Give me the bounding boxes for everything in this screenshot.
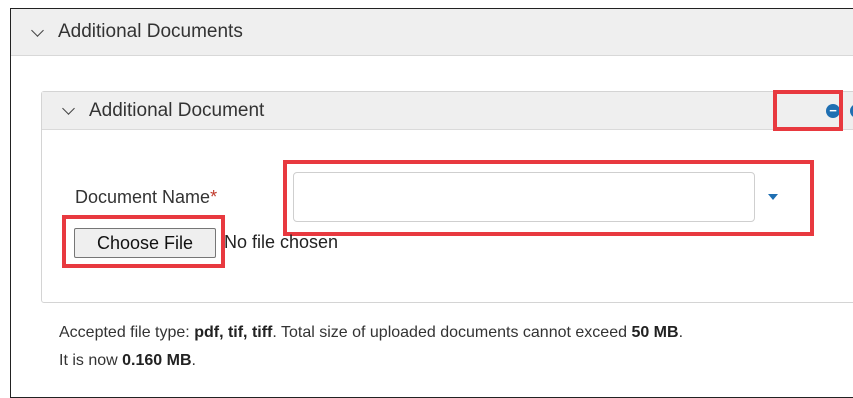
current-size: 0.160 MB bbox=[122, 352, 192, 369]
total-size-text: . Total size of uploaded documents canno… bbox=[272, 324, 632, 341]
now-suffix: . bbox=[191, 352, 196, 369]
highlight-box-choose-file bbox=[62, 215, 225, 268]
additional-document-header[interactable]: Additional Document − + bbox=[42, 92, 853, 130]
chevron-down-icon[interactable] bbox=[31, 23, 44, 37]
period: . bbox=[678, 324, 684, 341]
document-name-label-text: Document Name bbox=[75, 187, 211, 207]
document-name-label: Document Name* bbox=[75, 187, 217, 208]
accepted-file-info: Accepted file type: pdf, tif, tiff. Tota… bbox=[59, 319, 853, 375]
no-file-chosen-text: No file chosen bbox=[224, 232, 339, 252]
accepted-file-types: pdf, tif, tiff bbox=[194, 324, 273, 341]
highlight-box-document-name bbox=[283, 160, 814, 236]
accepted-prefix: Accepted file type: bbox=[59, 324, 195, 341]
panel-title: Additional Document bbox=[89, 99, 265, 121]
required-marker: * bbox=[210, 187, 218, 207]
section-title: Additional Documents bbox=[58, 21, 243, 42]
additional-documents-frame: Additional Documents Additional Document… bbox=[10, 8, 853, 398]
chevron-down-icon[interactable] bbox=[62, 102, 75, 115]
additional-documents-header[interactable]: Additional Documents bbox=[11, 9, 853, 56]
max-size: 50 MB bbox=[631, 324, 679, 341]
highlight-box-icons bbox=[773, 90, 843, 131]
now-prefix: It is now bbox=[59, 352, 123, 369]
